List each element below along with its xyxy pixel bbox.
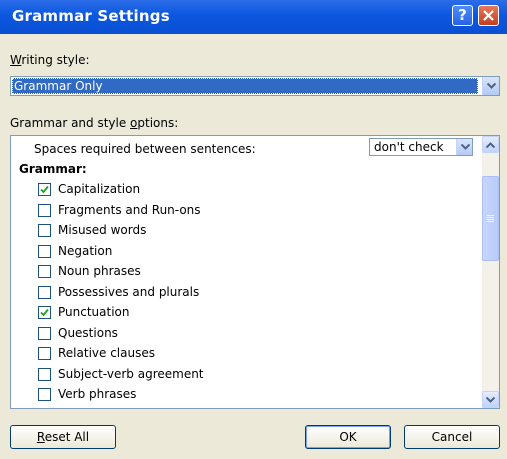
- grammar-option-label: Misused words: [58, 223, 147, 237]
- writing-style-label: Writing style:: [10, 53, 90, 67]
- grammar-option-label: Questions: [58, 325, 118, 340]
- writing-style-dropdown-button[interactable]: [482, 77, 499, 95]
- checkbox[interactable]: [38, 203, 51, 217]
- grammar-option-label: Possessives and plurals: [58, 284, 200, 299]
- grammar-section-header: Grammar:: [19, 162, 87, 176]
- spaces-select-button[interactable]: [456, 139, 472, 155]
- grammar-option-label: Fragments and Run-ons: [58, 202, 201, 217]
- options-label: Grammar and style options:: [10, 116, 179, 130]
- checkmark-icon: [40, 185, 49, 194]
- chevron-down-icon: [486, 397, 495, 403]
- spaces-between-sentences-label: Spaces required between sentences:: [34, 142, 256, 156]
- checkbox[interactable]: [38, 388, 51, 401]
- grammar-option-label: Relative clauses: [58, 346, 155, 360]
- chevron-up-icon: [486, 142, 495, 148]
- grammar-option-label: Capitalization: [58, 182, 141, 196]
- help-button[interactable]: ?: [452, 5, 473, 26]
- options-scrollbar[interactable]: [482, 136, 499, 408]
- checkbox[interactable]: [38, 347, 51, 360]
- scroll-thumb[interactable]: [482, 176, 499, 261]
- checkbox[interactable]: [38, 285, 51, 299]
- options-list[interactable]: Spaces required between sentences: don't…: [10, 135, 500, 409]
- checkbox[interactable]: [38, 183, 51, 196]
- scroll-down-button[interactable]: [482, 391, 499, 408]
- checkbox[interactable]: [38, 244, 51, 258]
- grammar-option-label: Punctuation: [58, 305, 130, 319]
- dialog-title: Grammar Settings: [12, 7, 170, 25]
- grammar-option-label: Noun phrases: [58, 264, 141, 278]
- checkbox[interactable]: [38, 265, 51, 278]
- spaces-between-sentences-select[interactable]: don't check: [369, 138, 473, 156]
- grammar-option-label: Negation: [58, 243, 113, 258]
- chevron-down-icon: [461, 144, 470, 150]
- grammar-option-label: Subject-verb agreement: [58, 366, 204, 381]
- checkbox[interactable]: [38, 306, 51, 319]
- writing-style-dropdown[interactable]: Grammar Only: [10, 76, 500, 96]
- title-bar[interactable]: Grammar Settings ?: [0, 0, 507, 34]
- checkbox[interactable]: [38, 367, 51, 381]
- chevron-down-icon: [487, 83, 496, 89]
- close-icon: [483, 10, 494, 21]
- scroll-up-button[interactable]: [482, 136, 499, 153]
- checkmark-icon: [40, 308, 49, 317]
- checkbox[interactable]: [38, 326, 51, 340]
- close-button[interactable]: [478, 5, 499, 26]
- reset-all-button[interactable]: Reset All: [10, 425, 116, 449]
- grammar-option-label: Verb phrases: [58, 387, 137, 401]
- spaces-select-value: don't check: [374, 140, 444, 154]
- cancel-button[interactable]: Cancel: [404, 425, 500, 449]
- ok-button[interactable]: OK: [305, 425, 391, 449]
- checkbox[interactable]: [38, 224, 51, 237]
- writing-style-value: Grammar Only: [12, 78, 478, 94]
